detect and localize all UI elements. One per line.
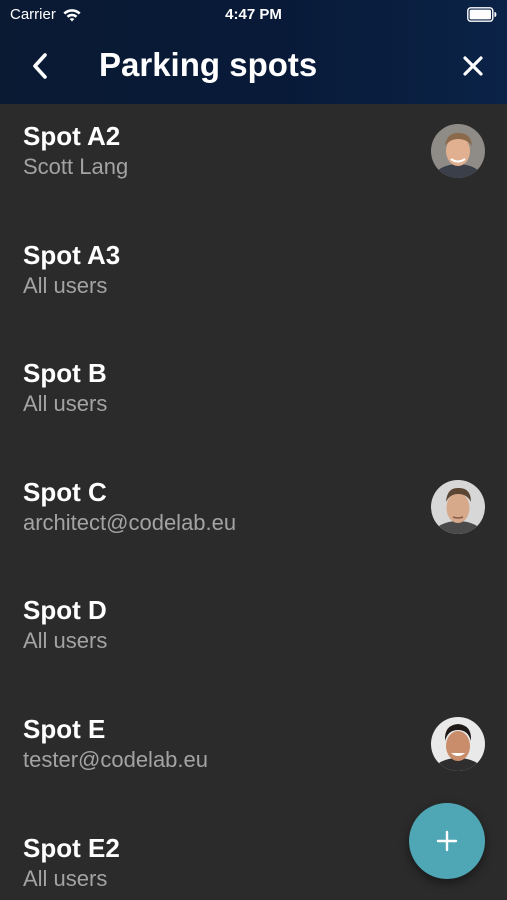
list-item[interactable]: Spot C architect@codelab.eu: [0, 460, 507, 579]
spot-name: Spot E: [23, 713, 106, 744]
spot-assignee: Scott Lang: [23, 154, 129, 179]
list-item[interactable]: Spot B All users: [0, 341, 507, 460]
spot-name: Spot E2: [23, 832, 120, 863]
spot-assignee: All users: [23, 272, 108, 298]
spot-assignee: All users: [23, 865, 108, 891]
status-bar: Carrier 4:47 PM: [0, 0, 507, 32]
spot-name: Spot A2: [23, 121, 121, 151]
parking-spot-list: Spot A2 Scott Lang Spot A3 All users Spo…: [0, 104, 507, 900]
navigation-bar: Parking spots: [0, 32, 507, 104]
close-icon: [463, 56, 483, 76]
spot-assignee: tester@codelab.eu: [23, 746, 209, 772]
spot-name: Spot D: [23, 595, 107, 626]
status-time: 4:47 PM: [225, 6, 282, 23]
list-item[interactable]: Spot E tester@codelab.eu: [0, 697, 507, 816]
list-item[interactable]: Spot A3 All users: [0, 223, 507, 342]
avatar: [431, 716, 485, 771]
spot-name: Spot B: [23, 358, 107, 389]
battery-icon: [467, 7, 497, 22]
list-item[interactable]: Spot A2 Scott Lang: [0, 104, 507, 223]
spot-name: Spot C: [23, 476, 107, 507]
spot-assignee: All users: [23, 628, 108, 654]
add-spot-button[interactable]: [409, 803, 485, 879]
close-button[interactable]: [455, 48, 491, 84]
spot-assignee: architect@codelab.eu: [23, 509, 237, 535]
avatar: [431, 124, 485, 178]
chevron-left-icon: [33, 53, 47, 79]
list-item[interactable]: Spot D All users: [0, 578, 507, 697]
avatar: [431, 479, 485, 534]
spot-name: Spot A3: [23, 239, 121, 270]
spot-assignee: All users: [23, 391, 108, 417]
page-title: Parking spots: [99, 46, 318, 83]
parking-spots-screen: Carrier 4:47 PM Parking spots Spot A2 Sc…: [0, 0, 507, 900]
back-button[interactable]: [22, 48, 58, 84]
top-bar: Carrier 4:47 PM Parking spots: [0, 0, 507, 104]
plus-icon: [436, 830, 458, 852]
